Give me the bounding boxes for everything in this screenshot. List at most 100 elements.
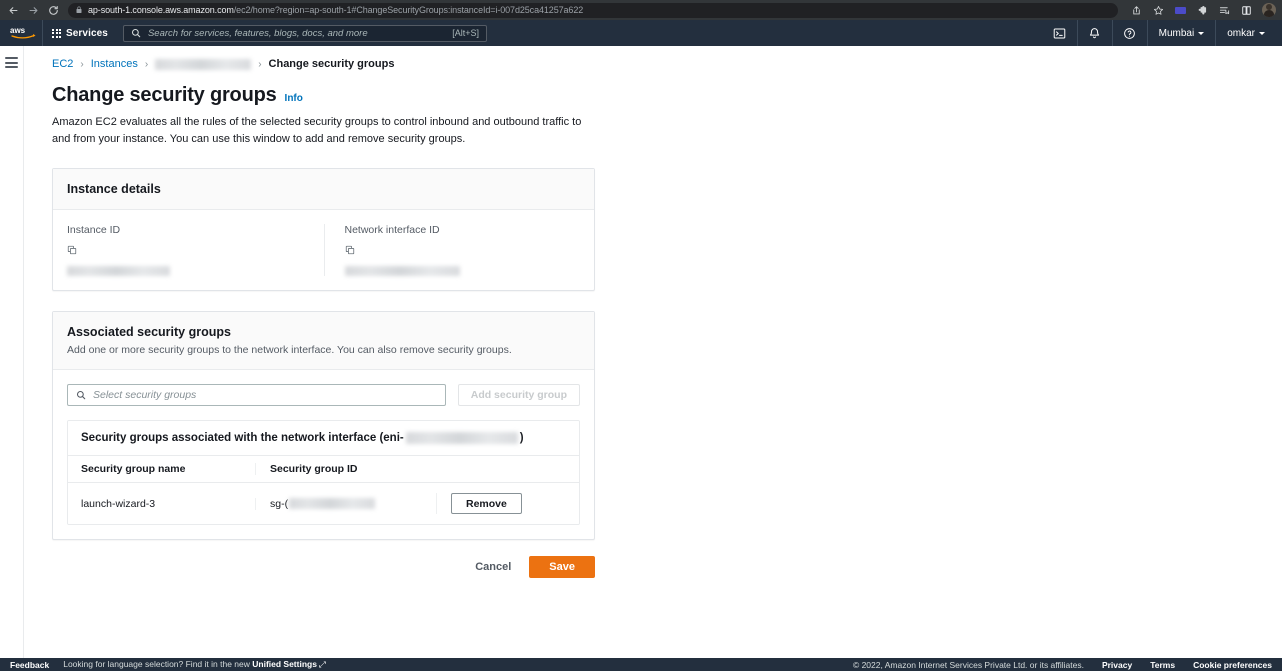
instance-details-body: Instance ID Network interface ID bbox=[53, 210, 594, 290]
security-groups-table-title: Security groups associated with the netw… bbox=[81, 432, 566, 445]
footer-right-group: © 2022, Amazon Internet Services Private… bbox=[853, 660, 1272, 670]
terms-link[interactable]: Terms bbox=[1150, 660, 1175, 670]
share-icon[interactable] bbox=[1130, 4, 1143, 17]
breadcrumb-item-ec2[interactable]: EC2 bbox=[52, 58, 73, 70]
account-label: omkar bbox=[1227, 27, 1255, 39]
search-shortcut-hint: [Alt+S] bbox=[452, 28, 479, 38]
reading-list-icon[interactable] bbox=[1218, 4, 1231, 17]
cloudshell-icon[interactable] bbox=[1043, 20, 1077, 46]
search-icon bbox=[76, 390, 86, 400]
search-icon bbox=[131, 28, 141, 38]
table-title-suffix: ) bbox=[519, 432, 524, 445]
url-path: /ec2/home?region=ap-south-1#ChangeSecuri… bbox=[233, 5, 584, 15]
grid-menu-icon bbox=[52, 28, 61, 38]
back-arrow-icon[interactable] bbox=[6, 3, 20, 17]
lock-icon bbox=[75, 6, 83, 14]
notifications-bell-icon[interactable] bbox=[1078, 20, 1112, 46]
url-text: ap-south-1.console.aws.amazon.com/ec2/ho… bbox=[88, 5, 583, 15]
instance-id-label: Instance ID bbox=[67, 224, 121, 237]
associated-title: Associated security groups bbox=[67, 325, 231, 340]
breadcrumb: EC2 › Instances › › Change security grou… bbox=[24, 46, 1282, 70]
nav-right-group: Mumbai omkar bbox=[1043, 20, 1276, 46]
sidebar-rail bbox=[0, 46, 24, 658]
network-interface-id-field: Network interface ID bbox=[323, 224, 581, 277]
security-group-select-placeholder: Select security groups bbox=[93, 389, 197, 402]
privacy-link[interactable]: Privacy bbox=[1102, 660, 1132, 670]
browser-action-icons bbox=[1124, 3, 1276, 17]
extension-badge-icon[interactable] bbox=[1174, 4, 1187, 17]
table-row: launch-wizard-3 sg-( Remove bbox=[68, 483, 579, 525]
column-header-security-group-id[interactable]: Security group ID bbox=[255, 463, 436, 476]
page-header: Change security groups Info Amazon EC2 e… bbox=[24, 70, 1282, 148]
aws-top-navigation: aws Services Search for services, featur… bbox=[0, 20, 1282, 46]
language-notice: Looking for language selection? Find it … bbox=[63, 659, 326, 670]
cell-security-group-id: sg-( bbox=[255, 497, 436, 510]
instance-detail-columns: Instance ID Network interface ID bbox=[67, 224, 581, 277]
instance-details-header: Instance details bbox=[53, 169, 594, 211]
network-interface-id-value-redacted bbox=[344, 266, 460, 277]
column-header-security-group-name[interactable]: Security group name bbox=[81, 463, 255, 475]
reload-icon[interactable] bbox=[46, 3, 60, 17]
chevron-down-icon bbox=[1198, 31, 1205, 35]
region-label: Mumbai bbox=[1158, 27, 1195, 39]
help-circle-icon[interactable] bbox=[1113, 20, 1147, 46]
security-group-select-input[interactable]: Select security groups bbox=[67, 384, 446, 407]
associated-subtitle: Add one or more security groups to the n… bbox=[67, 344, 512, 357]
save-button[interactable]: Save bbox=[529, 556, 595, 579]
url-bar[interactable]: ap-south-1.console.aws.amazon.com/ec2/ho… bbox=[68, 2, 1118, 18]
main-content: EC2 › Instances › › Change security grou… bbox=[24, 46, 1282, 658]
security-group-id-prefix: sg-( bbox=[270, 497, 289, 510]
unified-settings-link[interactable]: Unified Settings bbox=[252, 659, 317, 669]
remove-security-group-button[interactable]: Remove bbox=[451, 493, 522, 515]
hamburger-menu-icon[interactable] bbox=[5, 57, 18, 68]
breadcrumb-separator: › bbox=[258, 58, 262, 70]
eni-id-redacted bbox=[405, 432, 518, 445]
account-menu[interactable]: omkar bbox=[1216, 20, 1276, 46]
feedback-link[interactable]: Feedback bbox=[10, 660, 49, 670]
copyright-text: © 2022, Amazon Internet Services Private… bbox=[852, 659, 1084, 670]
breadcrumb-separator: › bbox=[80, 58, 84, 70]
language-notice-text: Looking for language selection? Find it … bbox=[63, 659, 250, 669]
bookmark-star-icon[interactable] bbox=[1152, 4, 1165, 17]
region-selector[interactable]: Mumbai bbox=[1148, 20, 1216, 46]
split-view-icon[interactable] bbox=[1240, 4, 1253, 17]
page-body: EC2 › Instances › › Change security grou… bbox=[0, 46, 1282, 658]
security-group-id-redacted bbox=[289, 498, 376, 510]
cell-security-group-name: launch-wizard-3 bbox=[81, 497, 156, 510]
associated-body: Select security groups Add security grou… bbox=[53, 370, 594, 539]
add-security-group-row: Select security groups Add security grou… bbox=[67, 384, 580, 407]
page-title-row: Change security groups Info bbox=[52, 84, 1282, 107]
global-search-input[interactable]: Search for services, features, blogs, do… bbox=[122, 24, 487, 42]
global-search-placeholder: Search for services, features, blogs, do… bbox=[147, 27, 368, 39]
network-interface-id-label: Network interface ID bbox=[344, 224, 440, 237]
services-label: Services bbox=[66, 27, 108, 39]
info-link[interactable]: Info bbox=[285, 93, 303, 104]
add-security-group-button[interactable]: Add security group bbox=[457, 384, 580, 407]
browser-toolbar: ap-south-1.console.aws.amazon.com/ec2/ho… bbox=[0, 0, 1282, 20]
breadcrumb-item-instance-redacted[interactable] bbox=[155, 58, 252, 70]
svg-text:aws: aws bbox=[10, 26, 26, 35]
copy-icon[interactable] bbox=[345, 242, 581, 260]
forward-arrow-icon[interactable] bbox=[26, 3, 40, 17]
services-menu-button[interactable]: Services bbox=[43, 20, 117, 46]
chevron-down-icon bbox=[1259, 31, 1265, 35]
cookie-preferences-link[interactable]: Cookie preferences bbox=[1193, 660, 1272, 670]
aws-logo[interactable]: aws bbox=[6, 20, 42, 46]
security-groups-table-header: Security groups associated with the netw… bbox=[68, 421, 579, 457]
security-groups-table-columns: Security group name Security group ID bbox=[68, 456, 579, 484]
security-groups-table: Security groups associated with the netw… bbox=[67, 420, 580, 526]
profile-avatar[interactable] bbox=[1262, 3, 1276, 17]
copy-icon[interactable] bbox=[67, 242, 310, 260]
extensions-puzzle-icon[interactable] bbox=[1196, 4, 1209, 17]
breadcrumb-item-instances[interactable]: Instances bbox=[91, 58, 138, 70]
cancel-button[interactable]: Cancel bbox=[473, 557, 513, 577]
associated-header: Associated security groups Add one or mo… bbox=[53, 312, 594, 371]
external-link-icon: ⤢ bbox=[318, 659, 326, 669]
form-actions: Cancel Save bbox=[52, 556, 595, 579]
table-title-prefix: Security groups associated with the netw… bbox=[81, 432, 404, 445]
page-description: Amazon EC2 evaluates all the rules of th… bbox=[52, 116, 582, 146]
page-footer: Feedback Looking for language selection?… bbox=[0, 658, 1282, 671]
instance-id-field: Instance ID bbox=[67, 224, 324, 277]
instance-id-value-redacted bbox=[67, 266, 170, 277]
url-domain: ap-south-1.console.aws.amazon.com bbox=[88, 5, 234, 15]
